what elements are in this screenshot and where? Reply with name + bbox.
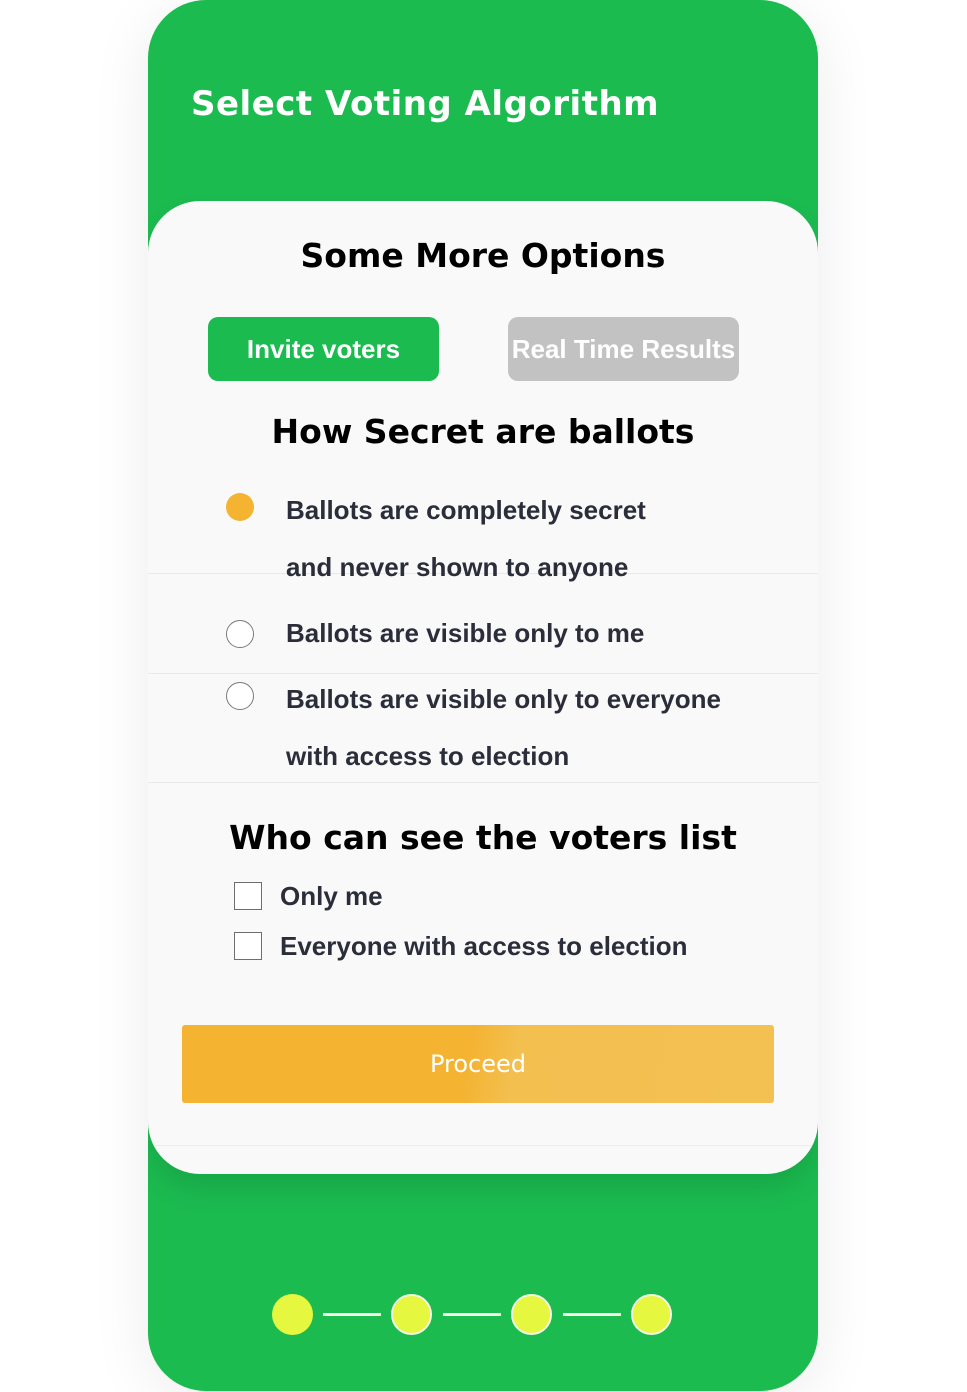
- ballot-option-visible-to-everyone[interactable]: Ballots are visible only to everyone wit…: [148, 674, 818, 783]
- tab-invite-voters[interactable]: Invite voters: [208, 317, 439, 381]
- step-connector: [323, 1313, 381, 1316]
- ballot-secrecy-title: How Secret are ballots: [271, 412, 695, 451]
- checkbox-label: Everyone with access to election: [280, 931, 688, 961]
- ballot-option-label: Ballots are visible only to everyone wit…: [286, 684, 721, 771]
- ballot-option-label: Ballots are visible only to me: [286, 618, 645, 648]
- options-section-title: Some More Options: [300, 236, 666, 275]
- checkbox-label: Only me: [280, 881, 383, 911]
- step-dot-icon: [631, 1294, 672, 1335]
- proceed-button[interactable]: Proceed: [182, 1025, 774, 1103]
- radio-unselected-icon[interactable]: [226, 620, 254, 648]
- step-connector: [443, 1313, 501, 1316]
- radio-selected-icon[interactable]: [226, 493, 254, 521]
- voters-list-title: Who can see the voters list: [229, 818, 737, 857]
- page-title: Select Voting Algorithm: [191, 84, 660, 124]
- tab-real-time-results[interactable]: Real Time Results: [508, 317, 739, 381]
- ballot-option-completely-secret[interactable]: Ballots are completely secret and never …: [148, 482, 818, 582]
- app-screen: Select Voting Algorithm Some More Option…: [148, 0, 818, 1391]
- progress-stepper: [148, 1290, 818, 1338]
- card-divider: [148, 1145, 818, 1146]
- ballot-option-visible-to-me[interactable]: Ballots are visible only to me: [148, 574, 818, 674]
- step-connector: [563, 1313, 621, 1316]
- step-dot-icon: [511, 1294, 552, 1335]
- step-dot-icon: [272, 1294, 313, 1335]
- options-card: Some More Options Invite voters Real Tim…: [148, 201, 818, 1174]
- radio-unselected-icon[interactable]: [226, 682, 254, 710]
- checkbox-unchecked-icon[interactable]: [234, 882, 262, 910]
- step-dot-icon: [391, 1294, 432, 1335]
- checkbox-unchecked-icon[interactable]: [234, 932, 262, 960]
